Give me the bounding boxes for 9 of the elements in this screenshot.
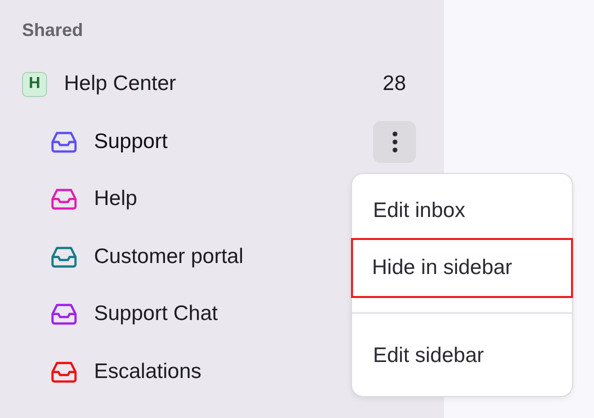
menu-item[interactable]: Hide in sidebar [351,238,573,298]
sidebar-item[interactable]: H Help Center 28 [22,55,416,113]
section-heading: Shared [22,19,84,42]
sidebar-item[interactable]: Support [22,113,416,170]
item-count: 28 [382,72,406,96]
more-vertical-icon [392,130,398,153]
more-options-button[interactable] [373,120,416,163]
avatar-letter-badge: H [22,72,47,96]
menu-item[interactable]: Edit inbox [352,184,572,238]
